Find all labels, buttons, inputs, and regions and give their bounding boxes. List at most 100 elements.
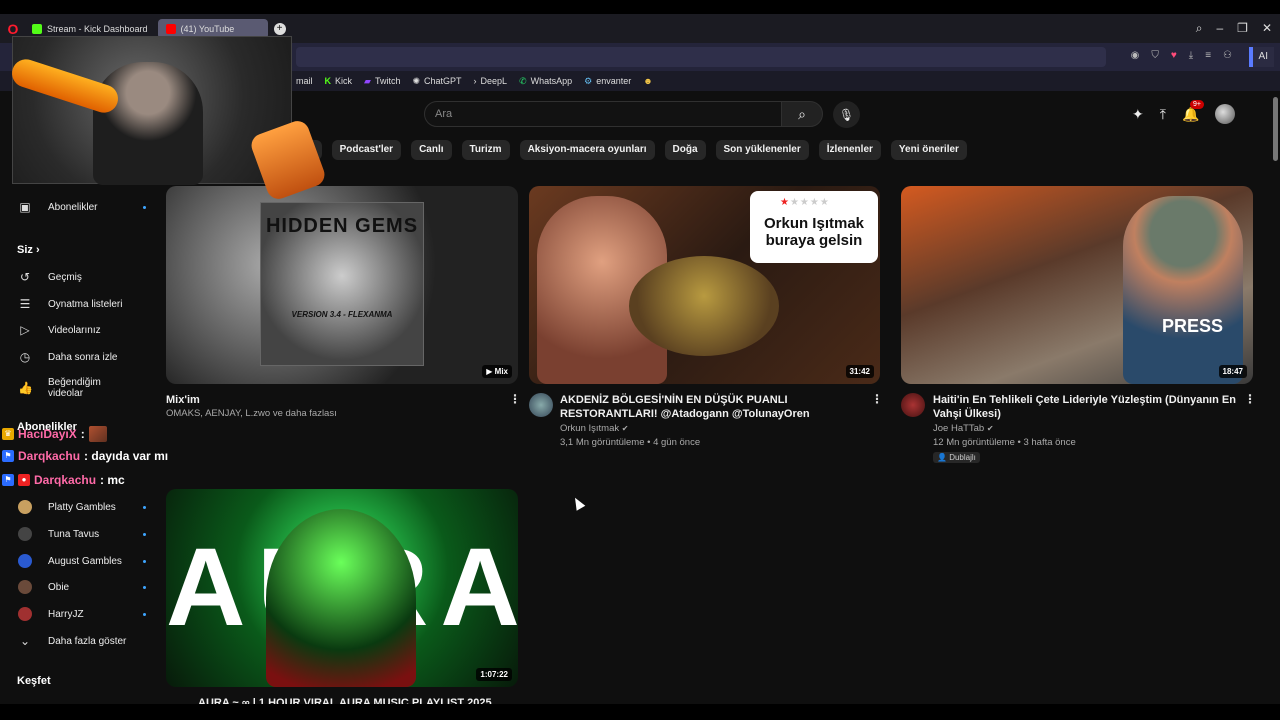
channel-avatar[interactable] [901,393,925,417]
chip-watched[interactable]: İzlenenler [818,140,881,160]
chat-username: Darqkachu [18,449,81,463]
tab-label: Stream - Kick Dashboard [47,23,148,34]
thumbnail-burger [629,256,779,356]
bookmark-mail[interactable]: mail [296,76,313,86]
video-duration: 18:47 [1218,365,1247,378]
channel-name[interactable]: Orkun Işıtmak ✔ [560,422,628,436]
channel-avatar [18,607,32,621]
webcam-overlay [12,36,292,185]
camera-icon[interactable]: ◉ [1131,50,1140,61]
sidebar-item-liked-videos[interactable]: 👍 Beğendiğim videolar [18,377,138,399]
video-title[interactable]: AURA ~ ∞ | 1 HOUR VIRAL AURA MUSIC PLAYL… [198,696,498,704]
chip-nature[interactable]: Doğa [664,140,706,160]
chip-new-to-you[interactable]: Yeni öneriler [890,140,967,160]
video-thumbnail[interactable]: ★★★★★ Orkun Işıtmak buraya gelsin 31:42 [529,186,880,384]
youtube-favicon-icon [165,23,176,34]
tab-label: (41) YouTube [180,23,235,34]
menu-icon[interactable]: ≡ [1205,50,1211,61]
kick-icon: K [324,76,332,86]
video-thumbnail[interactable]: HIDDEN GEMS VERSION 3.4 - FLEXANMA ▶ Mix [166,186,518,384]
video-thumbnail[interactable]: PRESS 18:47 [901,186,1253,384]
shield-icon[interactable]: ⛉ [1151,50,1159,61]
video-title[interactable]: AKDENİZ BÖLGESİ'NİN EN DÜŞÜK PUANLI REST… [560,393,860,421]
sidebar-item-playlists[interactable]: ☰ Oynatma listeleri [18,297,138,311]
sidebar-header-you[interactable]: Siz › [17,244,40,256]
chat-text: : [80,427,85,441]
verified-check-icon: ✔ [986,424,994,433]
chip-recently-uploaded[interactable]: Son yüklenenler [715,140,809,160]
sidebar-item-history[interactable]: ↺ Geçmiş [18,270,138,284]
sidebar-item-channel[interactable]: August Gambles [18,554,146,568]
sidebar-item-channel[interactable]: Obie [18,580,146,594]
profile-icon[interactable]: ⚇ [1223,50,1232,61]
more-options-icon[interactable]: ⋮ [509,392,521,406]
thumbnail-caption: PRESS [1161,316,1223,336]
bookmark-emoji[interactable]: ☻ [643,76,652,86]
playlist-icon: ☰ [19,297,31,311]
new-tab-button[interactable]: + [273,22,286,35]
chevron-down-icon: ⌄ [19,634,31,648]
thumbs-up-icon: 👍 [18,381,33,395]
video-meta: OMAKS, AENJAY, L.zwo ve daha fazlası [166,408,337,419]
chatgpt-icon: ✺ [412,75,421,86]
more-options-icon[interactable]: ⋮ [871,392,883,406]
chat-text: : dayıda var mı [84,449,169,463]
sidebar-show-more[interactable]: ⌄ Daha fazla göster [18,634,138,648]
avatar[interactable] [1215,104,1236,124]
sidebar-item-channel[interactable]: Platty Gambles [18,500,146,514]
rating-stars-icon: ★★★★★ [780,197,830,208]
chip-podcasts[interactable]: Podcast'ler [331,140,402,160]
more-options-icon[interactable]: ⋮ [1244,392,1256,406]
heart-icon[interactable]: ♥ [1171,50,1177,61]
channel-name[interactable]: Joe HaTTab ✔ [933,422,994,436]
page-scrollbar[interactable] [1273,97,1278,161]
ai-button[interactable]: AI [1248,47,1274,67]
search-input[interactable]: Ara [424,101,782,127]
video-title[interactable]: Mix'im [166,393,496,407]
upload-icon[interactable]: ⤒ [1160,106,1166,123]
bookmark-chatgpt[interactable]: ✺ ChatGPT [412,76,461,87]
bookmark-envanter[interactable]: ⚙ envanter [584,76,631,87]
channel-avatar[interactable] [529,393,553,417]
voice-search-button[interactable]: 🎙 [833,101,860,128]
chat-text: : mc [100,473,125,487]
sidebar-item-channel[interactable]: HarryJZ [18,607,146,621]
notification-badge: 9+ [1189,99,1204,109]
verified-check-icon: ✔ [621,424,629,433]
bookmark-kick[interactable]: K Kick [325,76,353,86]
download-icon[interactable]: ⤓ [1189,50,1193,61]
minimize-icon[interactable]: – [1216,21,1223,36]
video-title[interactable]: Haiti'in En Tehlikeli Çete Lideriyle Yüz… [933,393,1238,421]
chip-tourism[interactable]: Turizm [461,140,510,160]
search-tabs-icon[interactable]: ⌕ [1196,21,1203,36]
channel-avatar [18,554,32,568]
person-icon: 👤 [937,453,947,462]
bookmark-twitch[interactable]: ▰ Twitch [364,76,400,87]
search-button[interactable]: ⌕ [781,101,823,127]
chat-message: ♛ HacıDayıX : [2,426,107,442]
bookmark-deepl[interactable]: › DeepL [474,76,508,86]
maximize-icon[interactable]: ❐ [1237,21,1248,36]
video-thumbnail[interactable]: AURA 1:07:22 [166,489,518,687]
bookmark-whatsapp[interactable]: ✆ WhatsApp [519,76,572,87]
chat-message: ⚑ Darqkachu : dayıda var mı [2,449,168,463]
gemini-icon[interactable]: ✦ [1132,106,1144,123]
channel-avatar [18,580,32,594]
thumbnail-title: HIDDEN GEMS [265,215,419,237]
notifications-button[interactable]: 🔔 9+ [1182,99,1204,123]
subscriptions-icon: ▣ [19,200,31,214]
sidebar-item-subscriptions[interactable]: ▣ Abonelikler [18,200,146,214]
thumbnail-character [266,509,416,687]
channel-avatar [18,527,32,541]
url-field[interactable] [296,47,1106,67]
channel-avatar [18,500,32,514]
emoji-icon: ☻ [643,76,653,86]
video-icon: ▷ [20,323,30,337]
sidebar-item-watch-later[interactable]: ◷ Daha sonra izle [18,350,138,364]
whatsapp-icon: ✆ [519,75,527,86]
chip-live[interactable]: Canlı [411,140,452,160]
close-window-icon[interactable]: ✕ [1262,21,1272,36]
sidebar-item-your-videos[interactable]: ▷ Videolarınız [18,323,138,337]
chip-action-adventure[interactable]: Aksiyon-macera oyunları [519,140,655,160]
sidebar-item-channel[interactable]: Tuna Tavus [18,527,146,541]
